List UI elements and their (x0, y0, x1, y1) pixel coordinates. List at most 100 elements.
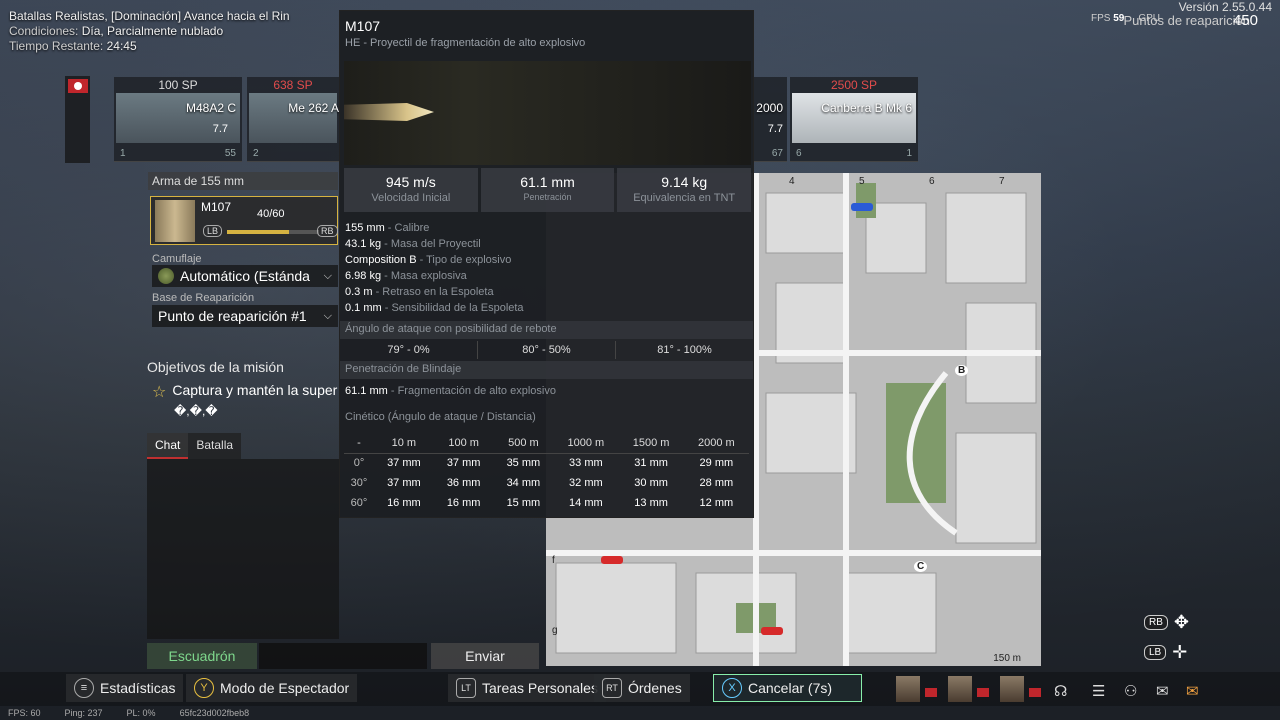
shell-icon (155, 200, 195, 242)
slot-name: Canberra B Mk 6 (821, 101, 912, 115)
table-cell: 13 mm (634, 497, 668, 509)
tab-chat[interactable]: Chat (147, 433, 189, 459)
vehicle-slot[interactable]: 2000 7.7 67 (754, 77, 787, 162)
conditions-value: Día, Parcialmente nublado (81, 24, 224, 38)
armor-title: Penetración de Blindaje (340, 361, 753, 379)
tab-battle[interactable]: Batalla (188, 433, 242, 459)
stats-label: Estadísticas (100, 680, 176, 696)
table-row: 30° 37 mm 36 mm 34 mm 32 mm 30 mm 28 mm (344, 473, 749, 493)
spectator-button[interactable]: Y Modo de Espectador (186, 674, 358, 702)
orders-button[interactable]: RT Órdenes (594, 674, 690, 702)
status-line: FPS: 60 Ping: 237 PL: 0% 65fc23d002fbeb8 (8, 708, 249, 718)
camo-icon (158, 268, 174, 284)
chat-icon[interactable]: ✉ (1156, 682, 1169, 700)
slot-br: 7.7 (767, 123, 783, 135)
lb-button[interactable]: LB (203, 225, 223, 237)
table-cell: 15 mm (506, 497, 541, 509)
weapon-ammo: 40/60 (257, 208, 285, 220)
status-fps: FPS: 60 (8, 708, 41, 718)
table-header: 100 m (433, 433, 494, 454)
orders-label: Órdenes (628, 680, 682, 696)
crew-avatar[interactable] (1000, 676, 1024, 702)
slot-rank: 1 (906, 148, 912, 159)
weapon-card[interactable]: M107 40/60 LB RB (150, 196, 338, 245)
slot-name: Me 262 A (288, 101, 339, 115)
slot-crew: 6 (796, 148, 802, 159)
stat-velocity: 945 m/s Velocidad Inicial (344, 168, 478, 212)
x-key-icon: X (722, 678, 742, 698)
stat-tnt: 9.14 kg Equivalencia en TNT (617, 168, 752, 212)
respawn-points-label: Puntos de reaparición (1123, 13, 1250, 28)
squad-button[interactable]: Escuadrón (147, 643, 257, 669)
mission-objective: ☆ Captura y mantén la super (152, 382, 337, 402)
chat-log[interactable] (147, 459, 339, 639)
table-cell: 37 mm (387, 477, 421, 489)
slot-crew: 1 (120, 148, 126, 159)
map-row-label: f (552, 555, 555, 566)
table-cell: 34 mm (506, 477, 541, 489)
prop-desc: - Masa del Proyectil (381, 238, 481, 250)
stat-value: 61.1 mm (520, 174, 575, 190)
ricochet-values: 79° - 0% 80° - 50% 81° - 100% (340, 341, 753, 359)
rb-button[interactable]: RB (317, 225, 338, 237)
vehicle-slot[interactable]: 2500 SP Canberra B Mk 6 6 1 (790, 77, 918, 162)
slot-crew: 2 (253, 148, 259, 159)
table-cell: 60° (350, 497, 368, 509)
map-col-label: 5 (859, 176, 865, 187)
table-cell: 36 mm (446, 477, 481, 489)
y-key-icon: Y (194, 678, 214, 698)
respawn-points-value: 450 (1232, 12, 1258, 29)
chat-input[interactable] (259, 643, 427, 669)
prop-value: 43.1 kg (345, 238, 382, 250)
slot-name: 2000 (756, 101, 783, 115)
prop-value: 6.98 kg (345, 270, 382, 282)
ally-tank-icon (851, 203, 873, 211)
mail-icon[interactable]: ✉ (1186, 682, 1199, 700)
battle-info: Batallas Realistas, [Dominación] Avance … (9, 9, 290, 54)
armor-desc: - Fragmentación de alto explosivo (387, 385, 556, 397)
rt-key-icon: RT (602, 678, 622, 698)
respawn-base-dropdown[interactable]: Punto de reaparición #1 ⌵ (152, 305, 338, 327)
table-cell: 16 mm (446, 497, 481, 509)
map-row-label: g (552, 625, 558, 636)
nation-flag-icon (977, 688, 989, 697)
stats-button[interactable]: ≡ Estadísticas (66, 674, 184, 702)
star-icon: ☆ (152, 384, 167, 401)
list-icon[interactable]: ☰ (1092, 682, 1105, 700)
ricochet-value: 79° - 0% (340, 341, 478, 359)
vehicle-slot[interactable]: 638 SP Me 262 A 2 (247, 77, 339, 162)
slot-rank: 67 (771, 148, 783, 159)
slot-price: 2500 SP (830, 78, 878, 92)
prop-desc: - Tipo de explosivo (416, 254, 512, 266)
table-cell: 33 mm (569, 457, 603, 470)
voice-icon[interactable]: ☊ (1054, 682, 1067, 700)
cancel-button[interactable]: X Cancelar (7s) (713, 674, 862, 702)
squad-icon[interactable]: ⚇ (1124, 682, 1137, 700)
respawn-base-label: Base de Reaparición (152, 292, 255, 304)
send-button[interactable]: Enviar (431, 643, 539, 669)
crew-avatar[interactable] (896, 676, 920, 702)
stat-value: 945 m/s (385, 174, 436, 190)
chat-tabs: Chat Batalla (147, 433, 242, 459)
table-cell: 30 mm (634, 477, 668, 489)
table-cell: 31 mm (634, 457, 668, 470)
vehicle-slot[interactable]: 100 SP M48A2 C 7.7 1 55 (114, 77, 242, 162)
respawn-base-value: Punto de reaparición #1 (158, 308, 307, 324)
nation-flag-icon (1029, 688, 1041, 697)
stat-penetration: 61.1 mm Penetración (480, 168, 615, 212)
camo-dropdown[interactable]: Automático (Estánda ⌵ (152, 265, 338, 287)
table-row: 0° 37 mm 37 mm 35 mm 33 mm 31 mm 29 mm (344, 453, 749, 473)
cancel-label: Cancelar (7s) (748, 680, 833, 696)
tooltip-subtitle: HE - Proyectil de fragmentación de alto … (345, 37, 586, 49)
ricochet-value: 80° - 50% (478, 341, 616, 359)
table-cell: 28 mm (699, 477, 734, 489)
map-zoom-hint: LB ✛ (1144, 642, 1187, 663)
shell-properties: 155 mm - Calibre 43.1 kg - Masa del Proy… (345, 220, 524, 316)
weapon-section-label: Arma de 155 mm (148, 172, 338, 190)
chevron-down-icon: ⌵ (323, 309, 332, 322)
table-cell: 30° (350, 477, 368, 489)
crew-avatar[interactable] (948, 676, 972, 702)
tasks-button[interactable]: LT Tareas Personales (448, 674, 606, 702)
menu-key-icon: ≡ (74, 678, 94, 698)
rb-hint: RB (1144, 615, 1168, 630)
